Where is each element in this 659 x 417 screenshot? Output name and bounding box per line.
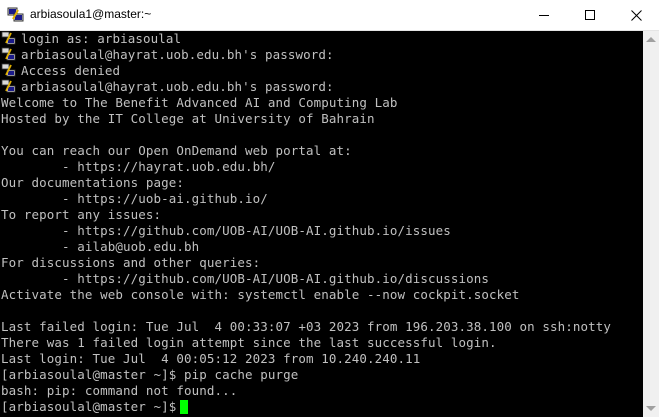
terminal-line: For discussions and other queries: <box>1 255 260 271</box>
scroll-thumb[interactable] <box>647 51 655 401</box>
terminal-line-text: [arbiasoulal@master ~]$ pip cache purge <box>1 367 299 382</box>
terminal-line-text: - ailab@uob.edu.bh <box>1 239 200 254</box>
terminal-line: - https://github.com/UOB-AI/UOB-AI.githu… <box>1 223 451 239</box>
terminal-line: bash: pip: command not found... <box>1 383 237 399</box>
shell-prompt: [arbiasoulal@master ~]$ <box>1 399 177 414</box>
terminal-line-text: Last failed login: Tue Jul 4 00:33:07 +0… <box>1 319 612 334</box>
terminal-line: You can reach our Open OnDemand web port… <box>1 143 352 159</box>
terminal-line: - https://hayrat.uob.edu.bh/ <box>1 159 276 175</box>
terminal-line: Hosted by the IT College at University o… <box>1 111 375 127</box>
terminal-line-text: - https://hayrat.uob.edu.bh/ <box>1 159 276 174</box>
putty-key-icon <box>1 47 16 61</box>
terminal-line-text: - https://uob-ai.github.io/ <box>1 191 268 206</box>
terminal-line-text: - https://github.com/UOB-AI/UOB-AI.githu… <box>1 223 451 238</box>
putty-key-icon <box>1 31 16 45</box>
terminal-line: arbiasoulal@hayrat.uob.edu.bh's password… <box>1 79 334 95</box>
terminal-line: - https://github.com/UOB-AI/UOB-AI.githu… <box>1 271 489 287</box>
terminal-line-text: - https://github.com/UOB-AI/UOB-AI.githu… <box>1 271 490 286</box>
text-cursor <box>180 400 189 414</box>
putty-key-icon <box>1 79 16 93</box>
minimize-icon <box>539 14 549 16</box>
terminal-line: There was 1 failed login attempt since t… <box>1 335 497 351</box>
terminal-line: Activate the web console with: systemctl… <box>1 287 520 303</box>
terminal-line-text: arbiasoulal@hayrat.uob.edu.bh's password… <box>21 47 334 62</box>
terminal-line-text: You can reach our Open OnDemand web port… <box>1 143 352 158</box>
terminal-line-text: Welcome to The Benefit Advanced AI and C… <box>1 95 398 110</box>
terminal-line: Our documentations page: <box>1 175 184 191</box>
terminal-line-text: Access denied <box>21 63 121 78</box>
terminal-line-text: login as: arbiasoulal <box>21 31 182 46</box>
terminal-line-text: For discussions and other queries: <box>1 255 261 270</box>
terminal-line-text: To report any issues: <box>1 207 162 222</box>
window-title: arbiasoula1@master:~ <box>30 7 152 21</box>
terminal-line-text: Hosted by the IT College at University o… <box>1 111 375 126</box>
terminal-line: arbiasoulal@hayrat.uob.edu.bh's password… <box>1 47 334 63</box>
minimize-button[interactable] <box>521 0 567 30</box>
scroll-down-icon[interactable] <box>646 406 656 411</box>
terminal-line: Welcome to The Benefit Advanced AI and C… <box>1 95 398 111</box>
putty-key-icon <box>1 63 16 77</box>
terminal-line-text: arbiasoulal@hayrat.uob.edu.bh's password… <box>21 79 334 94</box>
terminal-line: Access denied <box>1 63 120 79</box>
terminal-output[interactable]: login as: arbiasoulal arbiasoulal@hayrat.… <box>0 31 643 417</box>
maximize-button[interactable] <box>567 0 613 30</box>
scroll-up-icon[interactable] <box>646 37 656 42</box>
terminal-line: [arbiasoulal@master ~]$ pip cache purge <box>1 367 298 383</box>
terminal-prompt-line[interactable]: [arbiasoulal@master ~]$ <box>1 399 189 415</box>
terminal-line: Last failed login: Tue Jul 4 00:33:07 +0… <box>1 319 611 335</box>
putty-terminal-icon <box>7 7 24 22</box>
terminal-line: - ailab@uob.edu.bh <box>1 239 199 255</box>
close-icon <box>630 9 642 21</box>
terminal-line: login as: arbiasoulal <box>1 31 181 47</box>
terminal-line-text: bash: pip: command not found... <box>1 383 238 398</box>
close-button[interactable] <box>613 0 659 30</box>
terminal-line-text: Activate the web console with: systemctl… <box>1 287 520 302</box>
title-bar[interactable]: arbiasoula1@master:~ <box>0 0 659 31</box>
terminal-line-text: Our documentations page: <box>1 175 185 190</box>
vertical-scrollbar[interactable] <box>643 31 659 417</box>
terminal-line-text: Last login: Tue Jul 4 00:05:12 2023 from… <box>1 351 421 366</box>
terminal-line: - https://uob-ai.github.io/ <box>1 191 268 207</box>
maximize-icon <box>585 10 595 20</box>
terminal-line: Last login: Tue Jul 4 00:05:12 2023 from… <box>1 351 420 367</box>
terminal-line: To report any issues: <box>1 207 161 223</box>
terminal-line-text: There was 1 failed login attempt since t… <box>1 335 497 350</box>
